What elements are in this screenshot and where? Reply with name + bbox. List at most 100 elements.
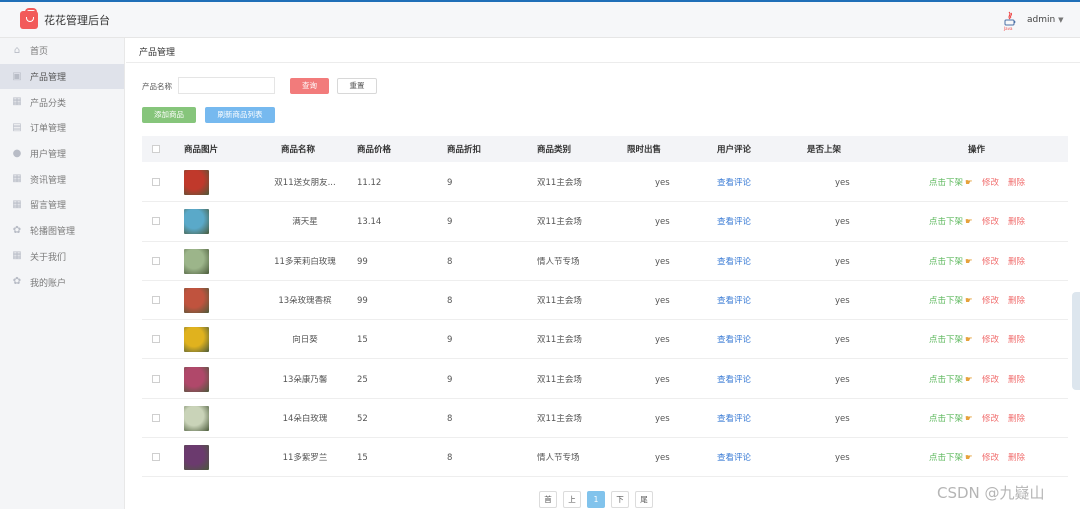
row-checkbox[interactable] <box>152 453 160 462</box>
view-comments-link[interactable]: 查看评论 <box>717 178 751 188</box>
sidebar-item[interactable]: ▦ 资讯管理 <box>0 166 124 192</box>
delete-link[interactable]: 删除 <box>1008 296 1025 306</box>
reset-button[interactable]: 重置 <box>337 78 377 94</box>
edit-link[interactable]: 修改 <box>982 453 999 463</box>
takedown-link[interactable]: 点击下架 <box>929 375 963 385</box>
refresh-list-button[interactable]: 刷新商品列表 <box>205 107 275 123</box>
pointing-hand-icon: ☛ <box>965 413 973 424</box>
product-icon: ▣ <box>12 70 22 82</box>
header-name: 商品名称 <box>281 145 316 155</box>
edit-link[interactable]: 修改 <box>982 217 999 227</box>
limited-sale-value: yes <box>655 217 670 228</box>
delete-link[interactable]: 删除 <box>1008 217 1025 227</box>
product-thumbnail[interactable] <box>184 287 209 313</box>
delete-link[interactable]: 删除 <box>1008 414 1025 424</box>
row-checkbox[interactable] <box>152 413 160 422</box>
brand[interactable]: 花花管理后台 <box>20 8 110 30</box>
product-thumbnail[interactable] <box>184 366 209 392</box>
pointing-hand-icon: ☛ <box>965 217 973 228</box>
user-menu[interactable]: admin ▼ <box>1027 15 1063 25</box>
sidebar-item[interactable]: ▦ 产品分类 <box>0 89 124 115</box>
pagination: 首 上 1 下 尾 <box>539 491 659 508</box>
row-checkbox[interactable] <box>152 256 160 265</box>
takedown-link[interactable]: 点击下架 <box>929 335 963 345</box>
view-comments-link[interactable]: 查看评论 <box>717 335 751 345</box>
view-comments-link[interactable]: 查看评论 <box>717 217 751 227</box>
takedown-link[interactable]: 点击下架 <box>929 296 963 306</box>
takedown-link[interactable]: 点击下架 <box>929 257 963 267</box>
edit-link[interactable]: 修改 <box>982 335 999 345</box>
gear-icon: ✿ <box>12 224 22 236</box>
row-checkbox[interactable] <box>152 374 160 383</box>
delete-link[interactable]: 删除 <box>1008 453 1025 463</box>
product-name-input[interactable] <box>178 77 275 94</box>
sidebar-item[interactable]: ▦ 留言管理 <box>0 192 124 218</box>
java-avatar-icon[interactable]: Java <box>1003 11 1017 31</box>
delete-link[interactable]: 删除 <box>1008 178 1025 188</box>
page-prev-button[interactable]: 上 <box>563 491 581 508</box>
edit-link[interactable]: 修改 <box>982 178 999 188</box>
table-row: 14朵白玫瑰 52 8 双11主会场 yes 查看评论 yes 点击下架 ☛ 修改 删除 <box>142 399 1068 439</box>
pointing-hand-icon: ☛ <box>965 453 973 464</box>
sidebar-item-label: 首页 <box>30 47 49 58</box>
floating-side-tab[interactable] <box>1072 292 1080 390</box>
takedown-link[interactable]: 点击下架 <box>929 178 963 188</box>
sidebar-item-label: 订单管理 <box>30 124 67 135</box>
sidebar-item-label: 关于我们 <box>30 252 67 263</box>
sidebar-item-label: 资讯管理 <box>30 175 67 186</box>
view-comments-link[interactable]: 查看评论 <box>717 375 751 385</box>
sidebar-item[interactable]: ● 用户管理 <box>0 141 124 167</box>
delete-link[interactable]: 删除 <box>1008 257 1025 267</box>
listed-value: yes <box>835 413 850 424</box>
view-comments-link[interactable]: 查看评论 <box>717 414 751 424</box>
listed-value: yes <box>835 295 850 306</box>
sidebar-item[interactable]: ▦ 关于我们 <box>0 244 124 270</box>
product-name: 11多茉莉白玫瑰 <box>274 256 336 267</box>
sidebar-item-label: 用户管理 <box>30 150 67 161</box>
row-checkbox[interactable] <box>152 295 160 304</box>
row-checkbox[interactable] <box>152 178 160 186</box>
sidebar-item[interactable]: ▣ 产品管理 <box>0 63 124 90</box>
page-current-button[interactable]: 1 <box>587 491 605 508</box>
edit-link[interactable]: 修改 <box>982 257 999 267</box>
view-comments-link[interactable]: 查看评论 <box>717 257 751 267</box>
product-thumbnail[interactable] <box>184 209 209 235</box>
limited-sale-value: yes <box>655 335 670 346</box>
product-category: 双11主会场 <box>537 217 582 228</box>
sidebar-item[interactable]: ✿ 轮播图管理 <box>0 218 124 244</box>
header-limited: 限时出售 <box>627 145 662 155</box>
delete-link[interactable]: 删除 <box>1008 375 1025 385</box>
pointing-hand-icon: ☛ <box>965 178 973 188</box>
product-thumbnail[interactable] <box>184 405 209 431</box>
page-next-button[interactable]: 下 <box>611 491 629 508</box>
sidebar-item[interactable]: ⌂ 首页 <box>0 38 124 64</box>
sidebar-item[interactable]: ✿ 我的账户 <box>0 269 124 295</box>
select-all-checkbox[interactable] <box>152 145 160 153</box>
page-first-button[interactable]: 首 <box>539 491 557 508</box>
page-last-button[interactable]: 尾 <box>635 491 653 508</box>
row-checkbox[interactable] <box>152 335 160 344</box>
product-discount: 9 <box>447 374 453 385</box>
view-comments-link[interactable]: 查看评论 <box>717 453 751 463</box>
edit-link[interactable]: 修改 <box>982 414 999 424</box>
sidebar-item[interactable]: ▤ 订单管理 <box>0 115 124 141</box>
edit-link[interactable]: 修改 <box>982 296 999 306</box>
product-thumbnail[interactable] <box>184 248 209 274</box>
product-thumbnail[interactable] <box>184 170 209 195</box>
edit-link[interactable]: 修改 <box>982 375 999 385</box>
limited-sale-value: yes <box>655 178 670 188</box>
header-category: 商品类别 <box>537 145 572 155</box>
grid-icon: ▦ <box>12 198 22 210</box>
product-thumbnail[interactable] <box>184 327 209 353</box>
delete-link[interactable]: 删除 <box>1008 335 1025 345</box>
add-product-button[interactable]: 添加商品 <box>142 107 196 123</box>
takedown-link[interactable]: 点击下架 <box>929 217 963 227</box>
search-label: 产品名称 <box>142 82 172 91</box>
product-thumbnail[interactable] <box>184 445 209 471</box>
view-comments-link[interactable]: 查看评论 <box>717 296 751 306</box>
row-checkbox[interactable] <box>152 217 160 226</box>
takedown-link[interactable]: 点击下架 <box>929 453 963 463</box>
query-button[interactable]: 查询 <box>290 78 329 94</box>
product-discount: 8 <box>447 256 453 267</box>
takedown-link[interactable]: 点击下架 <box>929 414 963 424</box>
